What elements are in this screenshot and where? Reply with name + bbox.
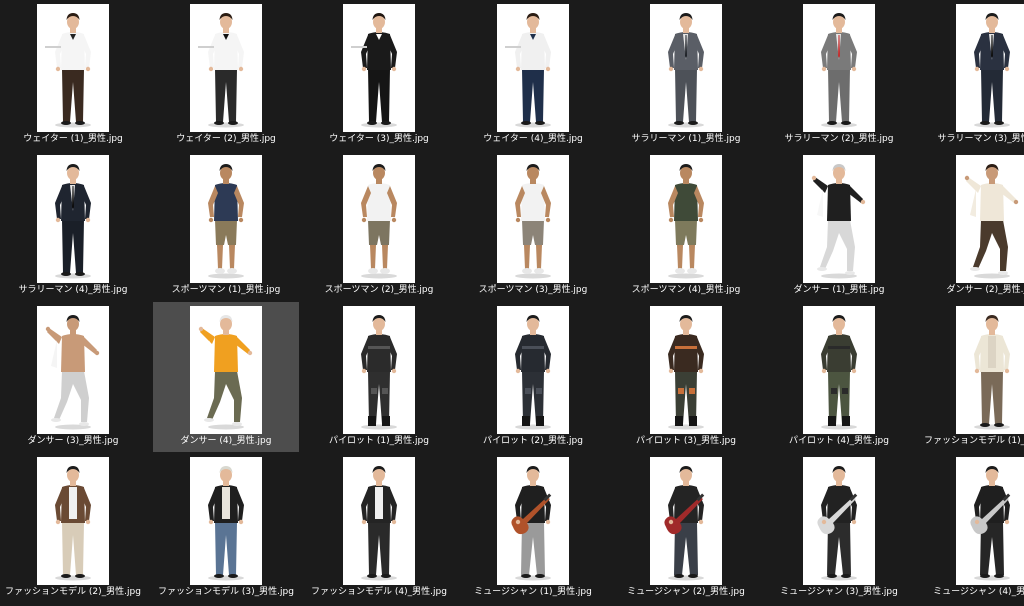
file-item[interactable]: ファッションモデル (3)_男性.jpg bbox=[153, 453, 299, 603]
file-thumbnail-image[interactable] bbox=[497, 4, 569, 132]
file-name-label: ウェイター (3)_男性.jpg bbox=[329, 134, 429, 144]
file-name-label: ミュージシャン (2)_男性.jpg bbox=[627, 587, 745, 597]
file-thumbnail-image[interactable] bbox=[497, 306, 569, 434]
file-item[interactable]: ダンサー (1)_男性.jpg bbox=[766, 151, 912, 301]
file-thumbnail-image[interactable] bbox=[956, 457, 1024, 585]
file-thumbnail-image[interactable] bbox=[37, 457, 109, 585]
file-name-label: パイロット (3)_男性.jpg bbox=[636, 436, 736, 446]
file-thumbnail-image[interactable] bbox=[190, 155, 262, 283]
file-thumbnail-image[interactable] bbox=[803, 306, 875, 434]
file-item[interactable]: ダンサー (3)_男性.jpg bbox=[0, 302, 146, 452]
file-name-label: スポーツマン (4)_男性.jpg bbox=[631, 285, 741, 295]
file-item[interactable]: ウェイター (3)_男性.jpg bbox=[306, 0, 452, 150]
file-thumbnail-image[interactable] bbox=[343, 306, 415, 434]
file-name-label: ダンサー (4)_男性.jpg bbox=[180, 436, 272, 446]
file-item[interactable]: ファッションモデル (2)_男性.jpg bbox=[0, 453, 146, 603]
file-thumbnail-image[interactable] bbox=[803, 4, 875, 132]
file-thumbnail-image[interactable] bbox=[497, 457, 569, 585]
file-name-label: ファッションモデル (4)_男性.jpg bbox=[311, 587, 447, 597]
file-item[interactable]: ミュージシャン (2)_男性.jpg bbox=[613, 453, 759, 603]
file-thumbnail-image[interactable] bbox=[37, 155, 109, 283]
file-item-selected[interactable]: ダンサー (4)_男性.jpg bbox=[153, 302, 299, 452]
file-name-label: ファッションモデル (1)_男性.jpg bbox=[924, 436, 1024, 446]
file-item[interactable]: サラリーマン (3)_男性.jpg bbox=[919, 0, 1024, 150]
file-name-label: サラリーマン (2)_男性.jpg bbox=[784, 134, 894, 144]
file-thumbnail-image[interactable] bbox=[190, 4, 262, 132]
file-thumbnail-image[interactable] bbox=[343, 457, 415, 585]
file-item[interactable]: スポーツマン (3)_男性.jpg bbox=[460, 151, 606, 301]
file-item[interactable]: ダンサー (2)_男性.jpg bbox=[919, 151, 1024, 301]
file-item[interactable]: サラリーマン (4)_男性.jpg bbox=[0, 151, 146, 301]
file-name-label: ミュージシャン (4)_男性.jpg bbox=[933, 587, 1024, 597]
file-name-label: サラリーマン (4)_男性.jpg bbox=[18, 285, 128, 295]
file-item[interactable]: ミュージシャン (1)_男性.jpg bbox=[460, 453, 606, 603]
file-thumbnail-image[interactable] bbox=[37, 306, 109, 434]
file-thumbnail-image[interactable] bbox=[956, 306, 1024, 434]
file-item[interactable]: ファッションモデル (4)_男性.jpg bbox=[306, 453, 452, 603]
file-name-label: ダンサー (1)_男性.jpg bbox=[793, 285, 885, 295]
file-item[interactable]: パイロット (2)_男性.jpg bbox=[460, 302, 606, 452]
file-item[interactable]: スポーツマン (1)_男性.jpg bbox=[153, 151, 299, 301]
file-thumbnail-image[interactable] bbox=[803, 155, 875, 283]
file-item[interactable]: スポーツマン (2)_男性.jpg bbox=[306, 151, 452, 301]
file-item[interactable]: ウェイター (1)_男性.jpg bbox=[0, 0, 146, 150]
file-item[interactable]: パイロット (1)_男性.jpg bbox=[306, 302, 452, 452]
file-name-label: サラリーマン (3)_男性.jpg bbox=[937, 134, 1024, 144]
file-item[interactable]: ウェイター (4)_男性.jpg bbox=[460, 0, 606, 150]
file-name-label: ファッションモデル (3)_男性.jpg bbox=[158, 587, 294, 597]
file-item[interactable]: サラリーマン (2)_男性.jpg bbox=[766, 0, 912, 150]
file-thumbnail-image[interactable] bbox=[956, 155, 1024, 283]
file-thumbnail-image[interactable] bbox=[650, 457, 722, 585]
file-name-label: ファッションモデル (2)_男性.jpg bbox=[5, 587, 141, 597]
file-name-label: スポーツマン (3)_男性.jpg bbox=[478, 285, 588, 295]
file-name-label: スポーツマン (2)_男性.jpg bbox=[324, 285, 434, 295]
file-thumbnail-grid: ウェイター (1)_男性.jpg ウェイター (2)_男性.jpg ウェイター … bbox=[0, 0, 1024, 606]
file-name-label: ウェイター (2)_男性.jpg bbox=[176, 134, 276, 144]
file-thumbnail-image[interactable] bbox=[343, 4, 415, 132]
file-name-label: パイロット (4)_男性.jpg bbox=[789, 436, 889, 446]
file-item[interactable]: ミュージシャン (3)_男性.jpg bbox=[766, 453, 912, 603]
file-name-label: ウェイター (4)_男性.jpg bbox=[483, 134, 583, 144]
file-name-label: サラリーマン (1)_男性.jpg bbox=[631, 134, 741, 144]
file-name-label: ダンサー (2)_男性.jpg bbox=[946, 285, 1024, 295]
file-name-label: パイロット (1)_男性.jpg bbox=[329, 436, 429, 446]
file-item[interactable]: ファッションモデル (1)_男性.jpg bbox=[919, 302, 1024, 452]
file-name-label: ミュージシャン (3)_男性.jpg bbox=[780, 587, 898, 597]
file-thumbnail-image[interactable] bbox=[650, 155, 722, 283]
file-thumbnail-image[interactable] bbox=[497, 155, 569, 283]
file-item[interactable]: パイロット (3)_男性.jpg bbox=[613, 302, 759, 452]
file-thumbnail-image[interactable] bbox=[37, 4, 109, 132]
file-thumbnail-image[interactable] bbox=[190, 306, 262, 434]
file-item[interactable]: ミュージシャン (4)_男性.jpg bbox=[919, 453, 1024, 603]
file-thumbnail-image[interactable] bbox=[343, 155, 415, 283]
file-item[interactable]: サラリーマン (1)_男性.jpg bbox=[613, 0, 759, 150]
file-name-label: ウェイター (1)_男性.jpg bbox=[23, 134, 123, 144]
file-name-label: ダンサー (3)_男性.jpg bbox=[27, 436, 119, 446]
file-name-label: スポーツマン (1)_男性.jpg bbox=[171, 285, 281, 295]
file-name-label: ミュージシャン (1)_男性.jpg bbox=[474, 587, 592, 597]
file-item[interactable]: スポーツマン (4)_男性.jpg bbox=[613, 151, 759, 301]
file-thumbnail-image[interactable] bbox=[190, 457, 262, 585]
file-name-label: パイロット (2)_男性.jpg bbox=[483, 436, 583, 446]
file-item[interactable]: ウェイター (2)_男性.jpg bbox=[153, 0, 299, 150]
file-item[interactable]: パイロット (4)_男性.jpg bbox=[766, 302, 912, 452]
file-thumbnail-image[interactable] bbox=[650, 4, 722, 132]
file-thumbnail-image[interactable] bbox=[803, 457, 875, 585]
file-thumbnail-image[interactable] bbox=[650, 306, 722, 434]
file-thumbnail-image[interactable] bbox=[956, 4, 1024, 132]
